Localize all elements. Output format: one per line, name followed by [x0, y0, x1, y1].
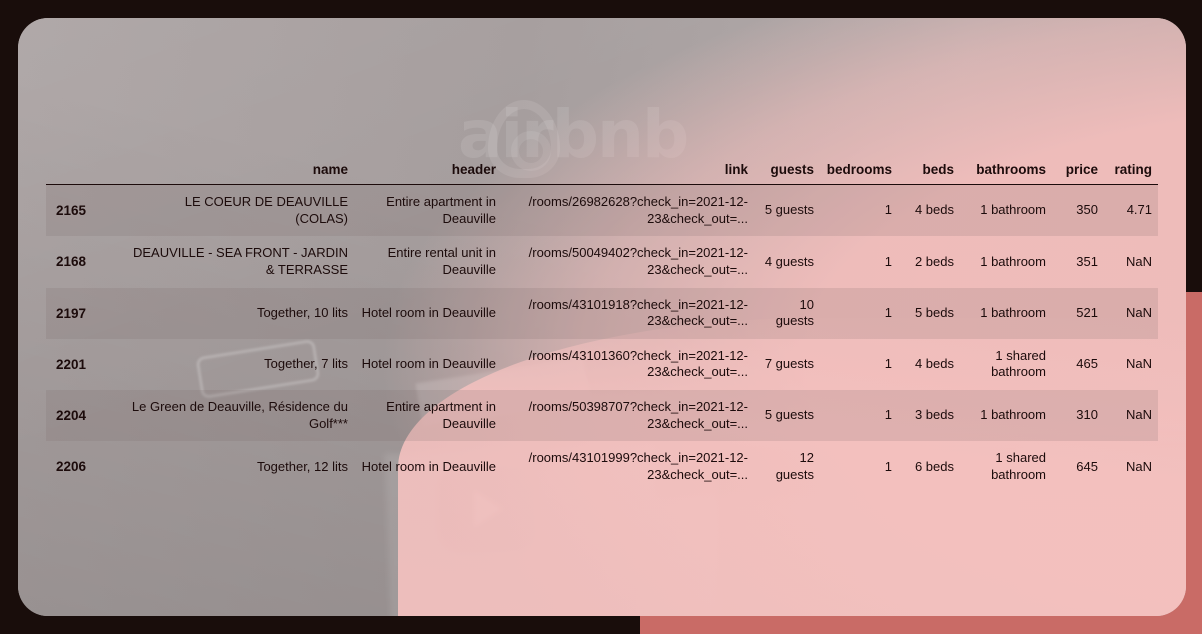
column-header-index[interactable]: [46, 158, 124, 185]
table-row[interactable]: 2168 DEAUVILLE - SEA FRONT - JARDIN & TER…: [46, 236, 1158, 287]
cell-beds: 6 beds: [914, 458, 954, 474]
row-index: 2197: [56, 305, 87, 321]
cell-link: /rooms/43101360?check_in=2021-12-23&chec…: [528, 347, 748, 380]
cell-name: LE COEUR DE DEAUVILLE (COLAS): [184, 194, 348, 226]
cell-link: /rooms/50398707?check_in=2021-12-23&chec…: [528, 399, 748, 431]
column-header-link[interactable]: link: [502, 158, 754, 185]
listings-dataframe: name header link guests bedrooms beds ba…: [46, 158, 1158, 493]
cell-header: Entire rental unit in Deauville: [387, 245, 496, 277]
column-header-beds[interactable]: beds: [898, 158, 960, 185]
row-index: 2201: [56, 356, 87, 372]
table-row[interactable]: 2197 Together, 10 lits Hotel room in Deauv…: [46, 287, 1158, 339]
column-header-rating[interactable]: rating: [1104, 158, 1158, 185]
cell-price: 465: [1076, 356, 1098, 372]
cell-guests: 10 guests: [775, 296, 814, 329]
cell-bedrooms: 1: [884, 202, 892, 218]
cell-bathrooms: 1 bathroom: [980, 202, 1046, 218]
row-index: 2206: [56, 459, 87, 475]
table-row[interactable]: 2201 Together, 7 lits Hotel room in Deauvi…: [46, 339, 1158, 390]
cell-bedrooms: 1: [884, 407, 892, 423]
column-header-bathrooms[interactable]: bathrooms: [960, 158, 1052, 185]
cell-rating: NaN: [1125, 253, 1152, 269]
cell-name: Together, 12 lits: [256, 458, 348, 474]
cell-bedrooms: 1: [884, 458, 892, 474]
table-body: 2165 LE COEUR DE DEAUVILLE (COLAS) Entire …: [46, 184, 1158, 493]
cell-beds: 2 beds: [914, 253, 954, 269]
cell-rating: 4.71: [1126, 202, 1152, 218]
cell-bedrooms: 1: [884, 304, 892, 320]
cell-header: Entire apartment in Deauville: [386, 399, 496, 431]
cell-header: Hotel room in Deauville: [361, 356, 496, 372]
cell-header: Entire apartment in Deauville: [386, 194, 496, 226]
column-header-header[interactable]: header: [354, 158, 502, 185]
cell-name: Le Green de Deauville, Résidence du Golf…: [131, 399, 348, 431]
cell-bathrooms: 1 bathroom: [980, 304, 1046, 320]
cell-bathrooms: 1 shared bathroom: [991, 347, 1046, 380]
dataframe-container: name header link guests bedrooms beds ba…: [46, 158, 1158, 493]
column-header-price[interactable]: price: [1052, 158, 1104, 185]
cell-price: 351: [1076, 253, 1098, 269]
row-index: 2165: [56, 203, 87, 219]
table-row[interactable]: 2165 LE COEUR DE DEAUVILLE (COLAS) Entire …: [46, 184, 1158, 237]
cell-beds: 4 beds: [914, 202, 954, 218]
cell-name: Together, 7 lits: [264, 356, 348, 372]
cell-header: Hotel room in Deauville: [361, 304, 496, 320]
cell-guests: 7 guests: [764, 356, 814, 372]
cell-price: 645: [1076, 458, 1098, 474]
row-index: 2204: [56, 408, 87, 424]
cell-link: /rooms/26982628?check_in=2021-12-23&chec…: [528, 194, 748, 226]
column-header-bedrooms[interactable]: bedrooms: [820, 158, 898, 185]
cell-name: Together, 10 lits: [256, 304, 348, 320]
column-header-guests[interactable]: guests: [754, 158, 820, 185]
cell-beds: 4 beds: [914, 356, 954, 372]
cell-beds: 5 beds: [914, 304, 954, 320]
cell-rating: NaN: [1125, 304, 1152, 320]
cell-header: Hotel room in Deauville: [361, 458, 496, 474]
cell-guests: 5 guests: [764, 407, 814, 423]
table-header-row: name header link guests bedrooms beds ba…: [46, 158, 1158, 185]
cell-beds: 3 beds: [914, 407, 954, 423]
cell-rating: NaN: [1125, 356, 1152, 372]
table-row[interactable]: 2204 Le Green de Deauville, Résidence du …: [46, 390, 1158, 442]
cell-link: /rooms/43101999?check_in=2021-12-23&chec…: [528, 450, 748, 482]
cell-bathrooms: 1 bathroom: [980, 253, 1046, 269]
cell-price: 521: [1076, 304, 1098, 320]
cell-guests: 4 guests: [764, 253, 814, 269]
cell-rating: NaN: [1125, 458, 1152, 474]
content-panel: airbnb name header link guests bedrooms …: [18, 18, 1186, 616]
row-index: 2168: [56, 254, 87, 270]
cell-name: DEAUVILLE - SEA FRONT - JARDIN & TERRASS…: [132, 245, 348, 277]
cell-guests: 12 guests: [775, 450, 814, 482]
table-row[interactable]: 2206 Together, 12 lits Hotel room in Deauv…: [46, 441, 1158, 492]
cell-link: /rooms/50049402?check_in=2021-12-23&chec…: [528, 245, 748, 277]
cell-bedrooms: 1: [884, 356, 892, 372]
cell-bedrooms: 1: [884, 253, 892, 269]
table-header: name header link guests bedrooms beds ba…: [46, 158, 1158, 185]
cell-price: 310: [1076, 407, 1098, 423]
cell-bathrooms: 1 shared bathroom: [991, 450, 1046, 482]
cell-price: 350: [1076, 202, 1098, 218]
cell-link: /rooms/43101918?check_in=2021-12-23&chec…: [528, 296, 748, 329]
cell-bathrooms: 1 bathroom: [980, 407, 1046, 423]
cell-guests: 5 guests: [764, 202, 814, 218]
cell-rating: NaN: [1125, 407, 1152, 423]
column-header-name[interactable]: name: [124, 158, 354, 185]
screenshot-stage: airbnb name header link guests bedrooms …: [0, 0, 1202, 634]
